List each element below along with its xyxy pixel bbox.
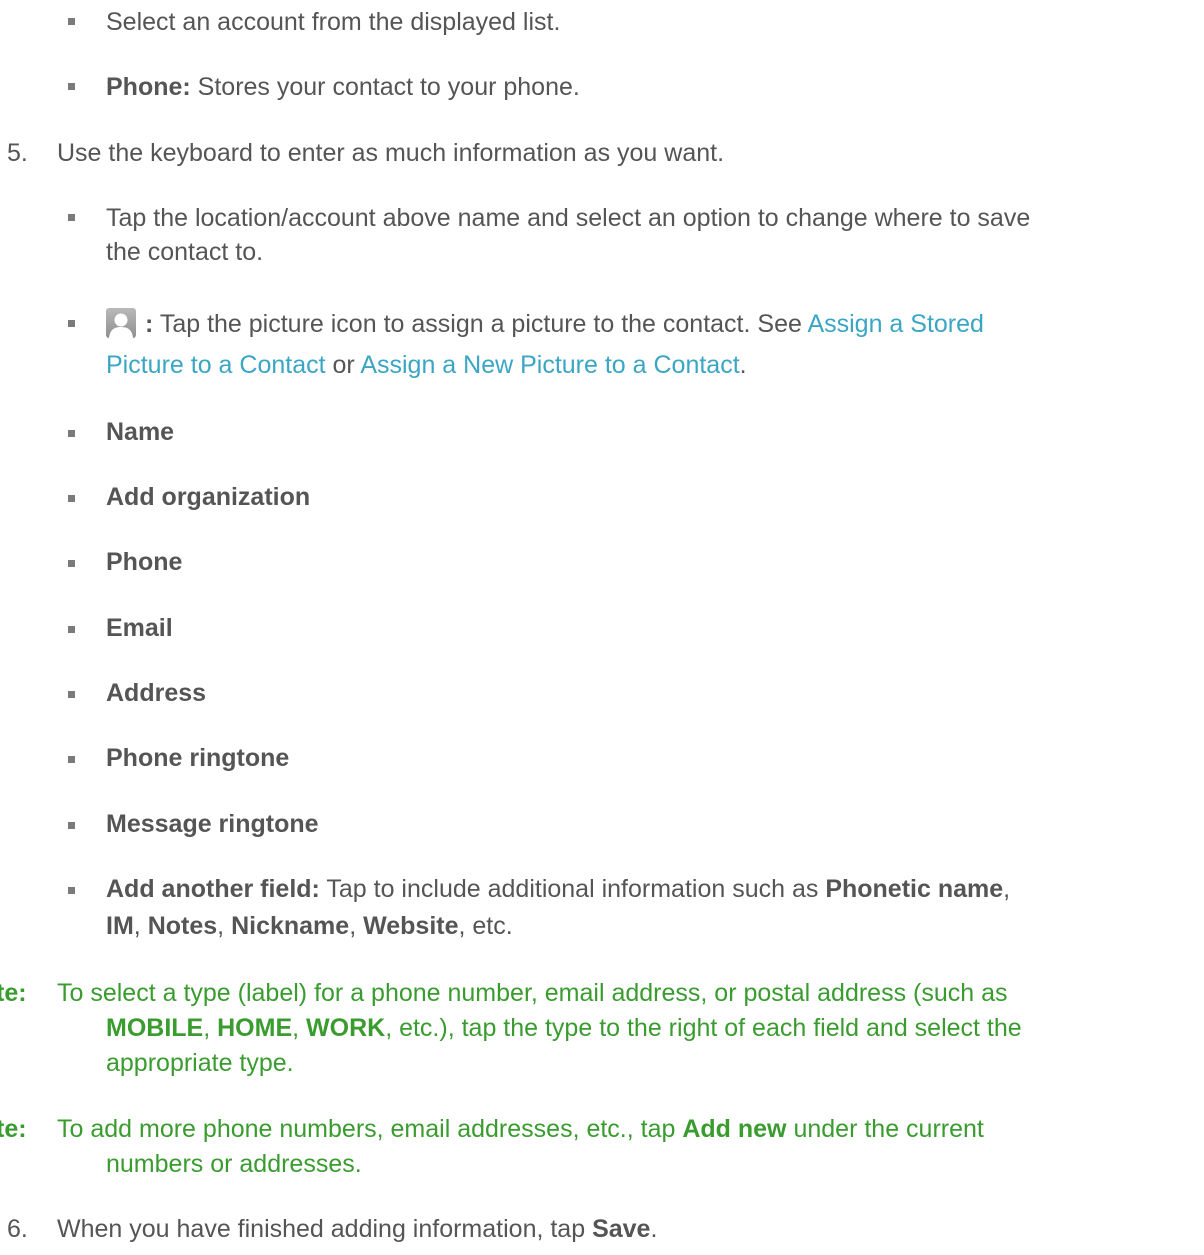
square-bullet-icon xyxy=(68,320,75,327)
phonetic-name-term: Phonetic name xyxy=(825,875,1004,903)
square-bullet-icon xyxy=(68,430,75,437)
comma: , xyxy=(349,912,357,940)
assign-stored-picture-link[interactable]: Assign a Stored xyxy=(807,310,984,338)
assign-stored-picture-link[interactable]: Picture to a Contact xyxy=(106,351,326,379)
square-bullet-icon xyxy=(68,691,75,698)
location-item-line: the contact to. xyxy=(106,238,264,266)
home-term: HOME xyxy=(217,1014,293,1042)
period: . xyxy=(650,1215,658,1243)
note-text: , etc.), tap the type to the right of ea… xyxy=(385,1014,1022,1042)
note-text-line: MOBILE, HOME, WORK, etc.), tap the type … xyxy=(106,1013,1022,1043)
mobile-term: MOBILE xyxy=(106,1014,204,1042)
comma: , xyxy=(217,912,225,940)
step-text: Use the keyboard to enter as much inform… xyxy=(57,139,725,167)
step-text-start: When you have finished adding informatio… xyxy=(57,1215,593,1243)
step-text: When you have finished adding informatio… xyxy=(57,1214,657,1244)
or-text: or xyxy=(325,351,361,379)
square-bullet-icon xyxy=(68,83,75,90)
add-another-field-line: Add another field: Tap to include additi… xyxy=(106,874,1010,904)
location-item-line: Tap the location/account above name and … xyxy=(106,204,1031,232)
note-label: te: xyxy=(0,979,27,1007)
note-text: To add more phone numbers, email address… xyxy=(57,1115,683,1143)
phone-storage-label: Phone: xyxy=(106,73,191,101)
note-text-line: To add more phone numbers, email address… xyxy=(57,1114,984,1144)
add-new-term: Add new xyxy=(682,1115,787,1143)
picture-text: Tap the picture icon to assign a picture… xyxy=(153,310,808,338)
field-item: Message ringtone xyxy=(106,809,319,839)
square-bullet-icon xyxy=(68,626,75,633)
field-label: Name xyxy=(106,418,175,446)
note-text-line: appropriate type. xyxy=(106,1049,294,1077)
im-term: IM xyxy=(106,912,134,940)
square-bullet-icon xyxy=(68,560,75,567)
nickname-term: Nickname xyxy=(231,912,350,940)
square-bullet-icon xyxy=(68,822,75,829)
picture-item-line: Picture to a Contact or Assign a New Pic… xyxy=(106,350,747,380)
add-another-field-line: IM, Notes, Nickname, Website, etc. xyxy=(106,911,513,941)
contact-picture-icon xyxy=(106,308,136,338)
step-number: 5. xyxy=(7,139,28,167)
square-bullet-icon xyxy=(68,214,75,221)
field-label: Phone xyxy=(106,548,183,576)
square-bullet-icon xyxy=(68,887,75,894)
note-text-line: To select a type (label) for a phone num… xyxy=(57,979,1008,1007)
square-bullet-icon xyxy=(68,18,75,25)
add-another-field-text: Tap to include additional information su… xyxy=(319,875,826,903)
field-label: Add organization xyxy=(106,483,311,511)
select-account-item: Select an account from the displayed lis… xyxy=(106,7,560,37)
field-item: Phone ringtone xyxy=(106,743,289,773)
comma: , xyxy=(133,912,141,940)
note-text: under the current xyxy=(786,1115,984,1143)
phone-storage-text: Stores your contact to your phone. xyxy=(190,73,580,101)
field-item: Email xyxy=(106,613,173,643)
field-item: Phone xyxy=(106,547,182,577)
field-label: Message ringtone xyxy=(106,810,319,838)
field-item: Address xyxy=(106,678,206,708)
website-term: Website xyxy=(363,912,459,940)
field-label: Phone ringtone xyxy=(106,744,290,772)
field-label: Address xyxy=(106,679,207,707)
square-bullet-icon xyxy=(68,495,75,502)
step-number: 6. xyxy=(7,1215,28,1243)
comma: , xyxy=(292,1014,300,1042)
picture-item-line: : Tap the picture icon to assign a pictu… xyxy=(145,309,984,339)
field-label: Email xyxy=(106,614,173,642)
notes-term: Notes xyxy=(147,912,218,940)
field-item: Add organization xyxy=(106,482,310,512)
comma: , xyxy=(203,1014,211,1042)
save-term: Save xyxy=(592,1215,651,1243)
field-item: Name xyxy=(106,417,174,447)
square-bullet-icon xyxy=(68,756,75,763)
etc: , etc. xyxy=(458,912,513,940)
work-term: WORK xyxy=(306,1014,386,1042)
note-text-line: numbers or addresses. xyxy=(106,1150,362,1178)
comma: , xyxy=(1003,875,1011,903)
note-label: te: xyxy=(0,1115,27,1143)
phone-storage-item: Phone: Stores your contact to your phone… xyxy=(106,72,580,102)
add-another-field-label: Add another field: xyxy=(106,875,320,903)
select-account-text: Select an account from the displayed lis… xyxy=(106,8,561,36)
assign-new-picture-link[interactable]: Assign a New Picture to a Contact xyxy=(360,351,739,379)
period: . xyxy=(739,351,747,379)
